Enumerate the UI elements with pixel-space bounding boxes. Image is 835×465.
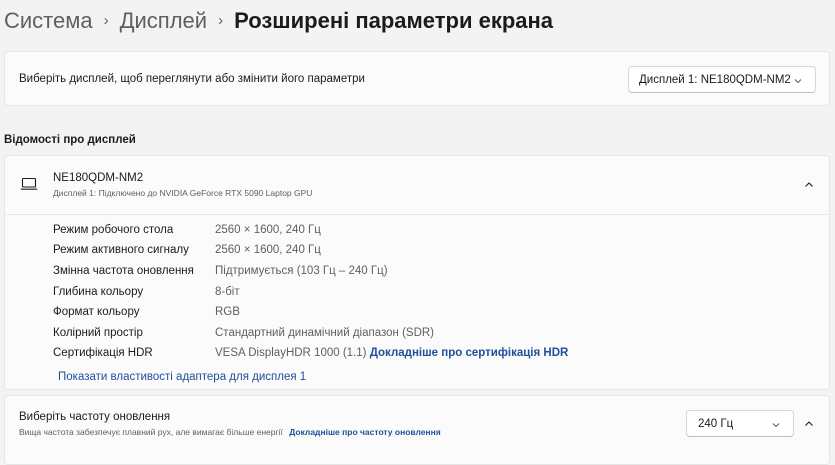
info-key: Режим активного сигналу: [53, 244, 189, 256]
info-key: Режим робочого стола: [53, 224, 174, 236]
breadcrumb-item-display[interactable]: Дисплей: [120, 8, 207, 34]
info-value: 2560 × 1600, 240 Гц: [215, 244, 321, 256]
breadcrumb: Система › Дисплей › Розширені параметри …: [4, 4, 553, 38]
hdr-cert-value: VESA DisplayHDR 1000 (1.1): [215, 347, 367, 359]
monitor-subtitle: Дисплей 1: Підключено до NVIDIA GeForce …: [53, 188, 313, 198]
info-value: 2560 × 1600, 240 Гц: [215, 224, 321, 236]
info-key: Сертифікація HDR: [53, 347, 153, 359]
display-dropdown[interactable]: Дисплей 1: NE180QDM-NM2: [628, 66, 816, 93]
display-info-header[interactable]: NE180QDM-NM2 Дисплей 1: Підключено до NV…: [5, 156, 829, 215]
section-title-display-info: Відомості про дисплей: [4, 134, 136, 146]
breadcrumb-item-system[interactable]: Система: [4, 8, 93, 34]
refresh-rate-dropdown[interactable]: 240 Гц: [686, 410, 794, 437]
refresh-rate-link[interactable]: Докладніше про частоту оновлення: [289, 427, 441, 437]
chevron-down-icon: [771, 411, 781, 438]
display-dropdown-value: Дисплей 1: NE180QDM-NM2: [639, 73, 791, 86]
chevron-down-icon: [793, 67, 803, 94]
laptop-icon: [20, 177, 38, 190]
refresh-rate-title: Виберіть частоту оновлення: [19, 411, 171, 423]
display-select-label: Виберіть дисплей, щоб переглянути або зм…: [19, 73, 365, 85]
info-value: 8-біт: [215, 286, 240, 298]
info-key: Змінна частота оновлення: [53, 265, 194, 277]
info-key: Колірний простір: [53, 327, 143, 339]
breadcrumb-separator-icon: ›: [218, 11, 224, 29]
chevron-up-icon[interactable]: [803, 179, 815, 191]
refresh-rate-value: 240 Гц: [698, 417, 734, 430]
refresh-rate-subtitle: Вища частота забезпечує плавний рух, але…: [19, 427, 441, 437]
adapter-properties-link[interactable]: Показати властивості адаптера для диспле…: [58, 371, 306, 383]
info-value: Підтримується (103 Гц – 240 Гц): [215, 265, 388, 277]
info-value: VESA DisplayHDR 1000 (1.1) Докладніше пр…: [215, 343, 568, 363]
breadcrumb-separator-icon: ›: [103, 11, 109, 29]
monitor-name: NE180QDM-NM2: [53, 172, 144, 184]
display-select-card: Виберіть дисплей, щоб переглянути або зм…: [4, 51, 830, 106]
chevron-up-icon[interactable]: [803, 418, 815, 430]
info-key: Глибина кольору: [53, 286, 144, 298]
display-info-card: NE180QDM-NM2 Дисплей 1: Підключено до NV…: [4, 155, 830, 390]
info-value: Стандартний динамічний діапазон (SDR): [215, 327, 435, 339]
info-key: Формат кольору: [53, 306, 140, 318]
refresh-rate-description: Вища частота забезпечує плавний рух, але…: [19, 427, 283, 437]
page-title: Розширені параметри екрана: [234, 8, 554, 33]
hdr-cert-link[interactable]: Докладніше про сертифікація HDR: [370, 347, 569, 359]
info-value: RGB: [215, 306, 240, 318]
